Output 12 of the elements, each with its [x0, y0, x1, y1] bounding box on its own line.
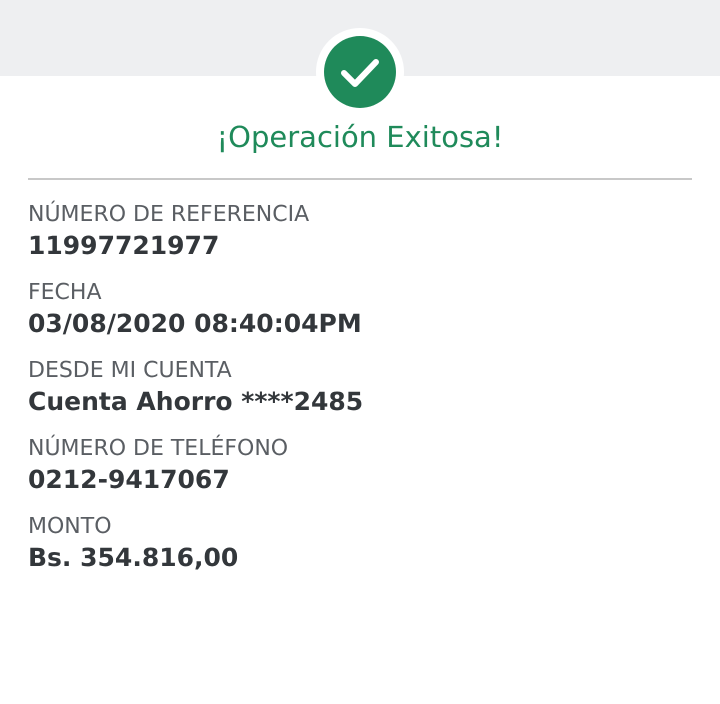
field-label: DESDE MI CUENTA	[28, 357, 233, 385]
field-value: Cuenta Ahorro ****2485	[28, 386, 364, 418]
field-value: 11997721977	[28, 230, 220, 262]
field-value: 0212-9417067	[28, 464, 231, 496]
field-value: 03/08/2020 08:40:04PM	[28, 308, 363, 340]
success-check-icon	[324, 36, 396, 108]
field-label: NÚMERO DE TELÉFONO	[28, 434, 290, 463]
field-label: NÚMERO DE REFERENCIA	[28, 200, 310, 229]
field-value: Bs. 354.816,00	[28, 542, 240, 574]
field-label: FECHA	[28, 279, 103, 307]
field-label: MONTO	[28, 513, 113, 541]
success-title: ¡Operación Exitosa!	[216, 120, 504, 154]
